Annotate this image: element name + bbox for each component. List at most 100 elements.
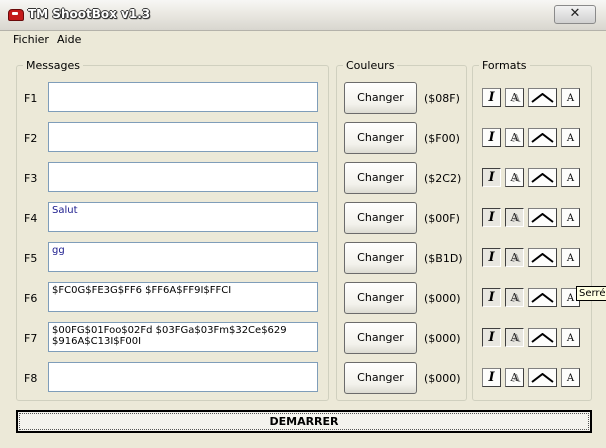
wide-toggle[interactable] [528, 168, 557, 187]
messages-legend: Messages [23, 59, 83, 72]
italic-toggle[interactable]: I [482, 88, 501, 107]
italic-icon: I [488, 210, 495, 225]
narrow-toggle[interactable]: A [561, 88, 580, 107]
narrow-toggle[interactable]: A [561, 128, 580, 147]
wide-toggle[interactable] [528, 328, 557, 347]
title-bar: TM ShootBox v1.3 ✕ [0, 0, 606, 31]
narrow-toggle[interactable]: A [561, 328, 580, 347]
color-code: ($000) [424, 372, 461, 385]
shadow-toggle[interactable]: A [505, 88, 524, 107]
shadow-icon: A [510, 371, 519, 384]
narrow-icon: A [566, 173, 575, 184]
change-color-button[interactable]: Changer [344, 282, 417, 314]
change-color-button[interactable]: Changer [344, 322, 417, 354]
row-label: F3 [24, 172, 38, 185]
italic-icon: I [488, 330, 495, 345]
close-button[interactable]: ✕ [554, 5, 596, 24]
shadow-toggle[interactable]: A [505, 248, 524, 267]
narrow-icon: A [566, 253, 575, 264]
message-field[interactable] [48, 362, 318, 392]
shadow-icon: A [510, 211, 519, 224]
wide-toggle[interactable] [528, 128, 557, 147]
change-color-button[interactable]: Changer [344, 202, 417, 234]
shadow-icon: A [510, 171, 519, 184]
shadow-toggle[interactable]: A [505, 368, 524, 387]
app-window: TM ShootBox v1.3 ✕ Fichier Aide Messages… [0, 0, 606, 448]
shadow-icon: A [510, 91, 519, 104]
menu-bar: Fichier Aide [0, 31, 606, 49]
formats-group: Formats [472, 59, 592, 401]
narrow-toggle[interactable]: A [561, 248, 580, 267]
row-label: F8 [24, 372, 38, 385]
narrow-toggle[interactable]: A [561, 208, 580, 227]
message-field[interactable]: $FC0G$FE3G$FF6 $FF6A$FF9I$FFCI [48, 282, 318, 312]
narrow-icon: A [566, 333, 575, 344]
color-code: ($000) [424, 332, 461, 345]
color-code: ($2C2) [424, 172, 462, 185]
italic-toggle[interactable]: I [482, 248, 501, 267]
wide-toggle[interactable] [528, 248, 557, 267]
narrow-icon: A [566, 93, 575, 104]
italic-icon: I [488, 290, 495, 305]
change-color-button[interactable]: Changer [344, 362, 417, 394]
shadow-toggle[interactable]: A [505, 168, 524, 187]
italic-icon: I [488, 90, 495, 105]
menu-fichier[interactable]: Fichier [13, 33, 49, 46]
wide-toggle[interactable] [528, 88, 557, 107]
window-title: TM ShootBox v1.3 [28, 7, 151, 21]
italic-toggle[interactable]: I [482, 168, 501, 187]
message-field[interactable]: Salut [48, 202, 318, 232]
color-code: ($000) [424, 292, 461, 305]
change-color-button[interactable]: Changer [344, 82, 417, 114]
italic-toggle[interactable]: I [482, 368, 501, 387]
italic-icon: I [488, 170, 495, 185]
change-color-button[interactable]: Changer [344, 162, 417, 194]
color-code: ($00F) [424, 212, 460, 225]
message-field[interactable]: gg [48, 242, 318, 272]
color-code: ($08F) [424, 92, 460, 105]
message-field[interactable] [48, 82, 318, 112]
shadow-toggle[interactable]: A [505, 128, 524, 147]
narrow-toggle[interactable]: A [561, 368, 580, 387]
wide-toggle[interactable] [528, 208, 557, 227]
change-color-button[interactable]: Changer [344, 242, 417, 274]
shadow-toggle[interactable]: A [505, 208, 524, 227]
color-code: ($B1D) [424, 252, 463, 265]
italic-toggle[interactable]: I [482, 288, 501, 307]
colors-legend: Couleurs [343, 59, 398, 72]
change-color-button[interactable]: Changer [344, 122, 417, 154]
shadow-icon: A [510, 131, 519, 144]
italic-toggle[interactable]: I [482, 128, 501, 147]
message-field[interactable] [48, 162, 318, 192]
row-label: F4 [24, 212, 38, 225]
app-car-icon [8, 9, 24, 21]
shadow-icon: A [510, 291, 519, 304]
italic-toggle[interactable]: I [482, 208, 501, 227]
narrow-icon: A [566, 373, 575, 384]
row-label: F7 [24, 332, 38, 345]
shadow-icon: A [510, 331, 519, 344]
row-label: F6 [24, 292, 38, 305]
shadow-icon: A [510, 251, 519, 264]
row-label: F1 [24, 92, 38, 105]
narrow-toggle[interactable]: A [561, 168, 580, 187]
tooltip: Serré [576, 286, 606, 301]
message-field[interactable] [48, 122, 318, 152]
narrow-icon: A [566, 133, 575, 144]
message-field[interactable]: $00FG$01Foo$02Fd $03FGa$03Fm$32Ce$629 $9… [48, 322, 318, 352]
italic-icon: I [488, 130, 495, 145]
narrow-icon: A [566, 213, 575, 224]
menu-aide[interactable]: Aide [57, 33, 81, 46]
narrow-icon: A [566, 293, 575, 304]
italic-toggle[interactable]: I [482, 328, 501, 347]
color-code: ($F00) [424, 132, 460, 145]
row-label: F2 [24, 132, 38, 145]
row-label: F5 [24, 252, 38, 265]
wide-toggle[interactable] [528, 288, 557, 307]
wide-toggle[interactable] [528, 368, 557, 387]
start-button[interactable]: DEMARRER [16, 410, 592, 433]
shadow-toggle[interactable]: A [505, 288, 524, 307]
formats-legend: Formats [479, 59, 530, 72]
shadow-toggle[interactable]: A [505, 328, 524, 347]
italic-icon: I [488, 250, 495, 265]
